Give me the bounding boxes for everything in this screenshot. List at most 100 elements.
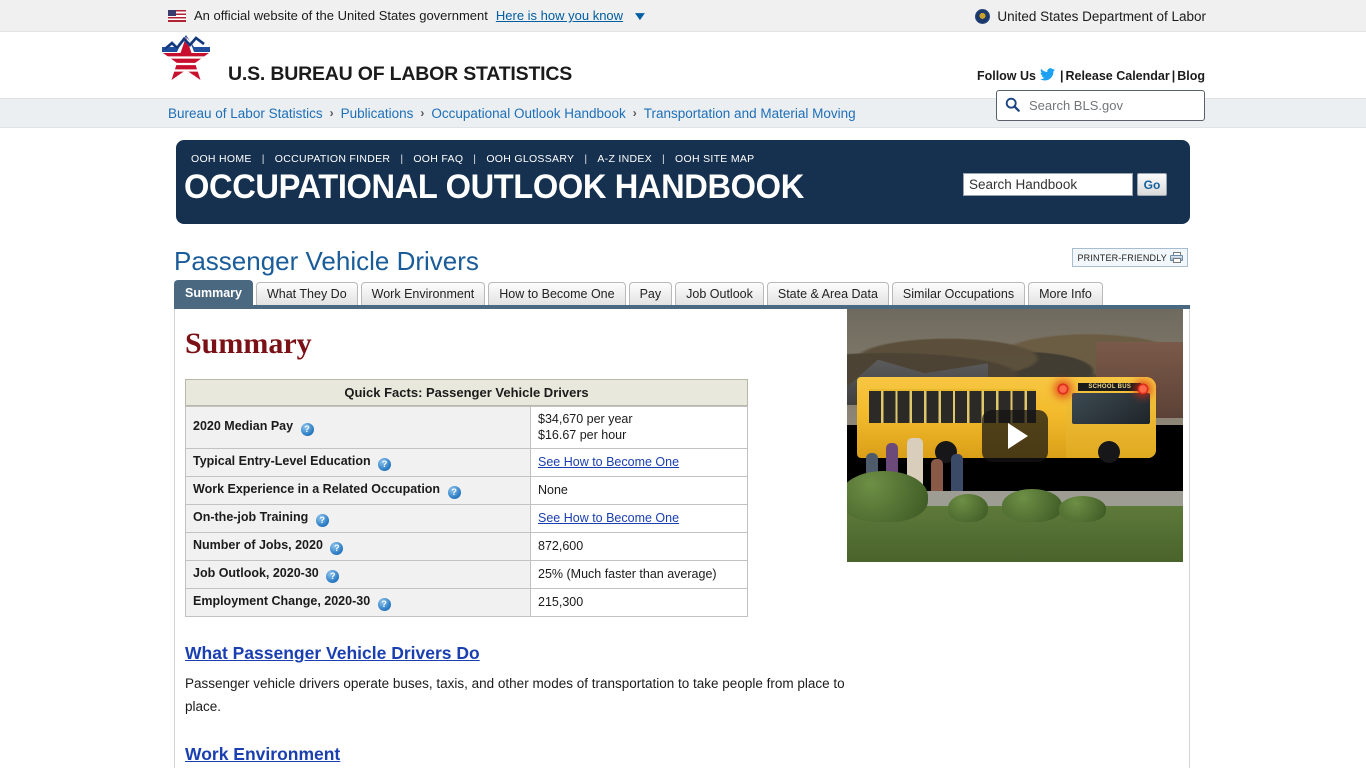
ooh-nav-site-map[interactable]: OOH SITE MAP [669,153,760,165]
printer-icon [1170,252,1183,263]
quick-facts-label-text: Number of Jobs, 2020 [193,538,323,553]
table-row: Employment Change, 2020-30 ? 215,300 [185,588,748,618]
breadcrumb-item-0[interactable]: Bureau of Labor Statistics [168,106,323,121]
quick-facts-value-cell: See How to Become One [530,448,748,478]
quick-facts-value-cell: None [530,476,748,506]
chevron-down-icon[interactable]: ▼ [632,9,649,23]
ooh-nav-sep-3: | [584,153,588,165]
ooh-nav-occupation-finder[interactable]: OCCUPATION FINDER [269,153,397,165]
how-you-know-link[interactable]: Here is how you know [496,8,623,23]
ooh-nav-faq[interactable]: OOH FAQ [407,153,469,165]
quick-facts-value-cell: 25% (Much faster than average) [530,560,748,590]
breadcrumb-separator-0: › [329,106,334,120]
release-calendar-link[interactable]: Release Calendar [1065,69,1169,83]
tab-more-info[interactable]: More Info [1028,282,1103,305]
search-icon[interactable] [1005,97,1020,115]
ooh-nav-sep-4: | [662,153,666,165]
breadcrumb-item-1[interactable]: Publications [341,106,414,121]
help-icon[interactable]: ? [300,423,314,437]
quick-facts-label-cell: Number of Jobs, 2020 ? [185,532,531,562]
bls-home-link[interactable]: U.S. BUREAU OF LABOR STATISTICS [160,35,572,91]
median-pay-hourly: $16.67 per hour [538,427,627,442]
tab-state-area-data[interactable]: State & Area Data [766,282,889,305]
tab-what-they-do[interactable]: What They Do [255,282,358,305]
help-icon[interactable]: ? [447,486,461,500]
quick-facts-table: Quick Facts: Passenger Vehicle Drivers 2… [185,379,748,618]
quick-facts-value-cell: 215,300 [530,588,748,618]
quick-facts-label-cell: On-the-job Training ? [185,504,531,534]
breadcrumb-item-2[interactable]: Occupational Outlook Handbook [431,106,625,121]
ooh-banner-title: OCCUPATIONAL OUTLOOK HANDBOOK [184,168,804,206]
on-the-job-training-link[interactable]: See How to Become One [538,511,679,525]
help-icon[interactable]: ? [377,598,391,612]
section-what-they-do: What Passenger Vehicle Drivers Do Passen… [185,617,845,718]
tab-work-environment[interactable]: Work Environment [360,282,486,305]
quick-facts-label-text: 2020 Median Pay [193,419,294,434]
us-flag-icon [168,9,186,22]
median-pay-yearly: $34,670 per year [538,412,633,426]
title-row: Passenger Vehicle Drivers PRINTER-FRIEND… [174,244,1190,284]
blog-link[interactable]: Blog [1177,69,1205,83]
ooh-banner: OOH HOME | OCCUPATION FINDER | OOH FAQ |… [176,140,1190,224]
bls-star-logo-icon [160,35,212,91]
table-row: 2020 Median Pay ? $34,670 per year $16.6… [185,405,748,450]
table-row: Typical Entry-Level Education ? See How … [185,448,748,478]
ooh-nav-sep-0: | [261,153,265,165]
section-heading-work-environment[interactable]: Work Environment [185,744,340,765]
quick-facts-value-cell: See How to Become One [530,504,748,534]
entry-level-education-link[interactable]: See How to Become One [538,455,679,469]
section-heading-what-they-do[interactable]: What Passenger Vehicle Drivers Do [185,643,480,664]
handbook-search-input[interactable] [963,173,1133,196]
table-row: Number of Jobs, 2020 ? 872,600 [185,532,748,562]
occupation-tabs: Summary What They Do Work Environment Ho… [174,280,1190,309]
tab-how-to-become-one[interactable]: How to Become One [488,282,626,305]
printer-friendly-label: PRINTER-FRIENDLY [1077,252,1167,263]
ooh-nav-az-index[interactable]: A-Z INDEX [591,153,658,165]
table-row: On-the-job Training ? See How to Become … [185,504,748,534]
tab-job-outlook[interactable]: Job Outlook [675,282,764,305]
quick-facts-label-cell: Job Outlook, 2020-30 ? [185,560,531,590]
quick-facts-caption: Quick Facts: Passenger Vehicle Drivers [185,379,748,406]
help-icon[interactable]: ? [326,570,340,584]
breadcrumb-item-3[interactable]: Transportation and Material Moving [644,106,856,121]
bus-sign-text: SCHOOL BUS [1078,382,1142,392]
ooh-nav-sep-1: | [400,153,404,165]
ooh-nav-glossary[interactable]: OOH GLOSSARY [480,153,580,165]
search-input[interactable] [1027,97,1196,114]
printer-friendly-button[interactable]: PRINTER-FRIENDLY [1072,248,1188,267]
usa-banner-content: An official website of the United States… [168,8,649,23]
tab-content-summary: Summary Quick Facts: Passenger Vehicle D… [174,309,1190,768]
dol-label: United States Department of Labor [997,8,1206,24]
handbook-search-go-button[interactable]: Go [1137,173,1167,196]
ooh-nav-home[interactable]: OOH HOME [185,153,258,165]
usa-banner-text: An official website of the United States… [194,8,488,23]
help-icon[interactable]: ? [315,514,329,528]
quick-facts-label-text: Employment Change, 2020-30 [193,594,371,609]
quick-facts-label-cell: Employment Change, 2020-30 ? [185,588,531,618]
quick-facts-label-text: On-the-job Training [193,510,309,525]
tab-similar-occupations[interactable]: Similar Occupations [891,282,1026,305]
quick-facts-label-cell: Work Experience in a Related Occupation … [185,476,531,506]
quick-facts-label-text: Job Outlook, 2020-30 [193,566,319,581]
play-button-icon[interactable] [982,409,1048,462]
ooh-nav-sep-2: | [473,153,477,165]
table-row: Job Outlook, 2020-30 ? 25% (Much faster … [185,560,748,590]
dol-seal-icon [975,8,991,24]
bls-search-box[interactable] [996,90,1205,121]
dol-link[interactable]: United States Department of Labor [975,0,1206,32]
quick-facts-label-cell: Typical Entry-Level Education ? [185,448,531,478]
usa-official-banner: An official website of the United States… [0,0,1366,32]
section-body-what-they-do: Passenger vehicle drivers operate buses,… [185,676,845,714]
quick-facts-value-cell: 872,600 [530,532,748,562]
page-title: Passenger Vehicle Drivers [174,246,479,276]
page-wrapper: OOH HOME | OCCUPATION FINDER | OOH FAQ |… [0,128,1366,768]
occupation-video-player[interactable]: SCHOOL BUS [847,309,1183,562]
ooh-search-group: Go [963,173,1167,196]
twitter-bird-icon[interactable] [1039,68,1055,83]
ooh-nav: OOH HOME | OCCUPATION FINDER | OOH FAQ |… [185,153,760,165]
tab-pay[interactable]: Pay [628,282,673,305]
section-work-environment: Work Environment Most passenger vehicle … [185,718,1170,768]
follow-us-label: Follow Us [976,68,1036,83]
help-icon[interactable]: ? [330,542,344,556]
help-icon[interactable]: ? [378,458,392,472]
